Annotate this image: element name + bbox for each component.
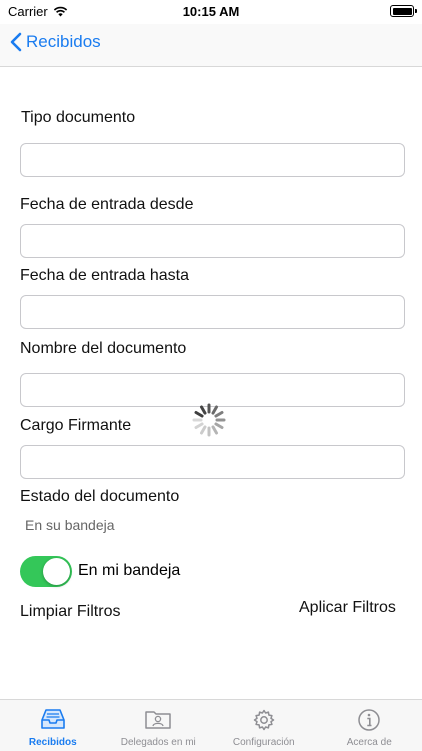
status-time: 10:15 AM	[0, 4, 422, 19]
battery-icon	[390, 5, 414, 17]
tab-recibidos[interactable]: Recibidos	[0, 700, 106, 751]
cargo-firmante-label: Cargo Firmante	[20, 417, 131, 435]
tab-bar: Recibidos Delegados en mi Configuración …	[0, 699, 422, 751]
estado-documento-label: Estado del documento	[20, 488, 179, 506]
loading-spinner-icon	[191, 402, 227, 438]
en-mi-bandeja-label: En mi bandeja	[78, 562, 180, 580]
en-mi-bandeja-toggle[interactable]	[20, 556, 72, 587]
limpiar-filtros-button[interactable]: Limpiar Filtros	[20, 603, 120, 621]
estado-documento-value[interactable]: En su bandeja	[25, 517, 115, 533]
chevron-left-icon	[10, 32, 22, 52]
tab-acerca-de[interactable]: Acerca de	[317, 700, 422, 751]
back-button-label: Recibidos	[26, 32, 101, 52]
gear-icon	[252, 708, 276, 732]
info-icon	[357, 708, 381, 732]
fecha-desde-input[interactable]	[20, 224, 405, 258]
tab-delegados-en-mi[interactable]: Delegados en mi	[106, 700, 212, 751]
fecha-hasta-label: Fecha de entrada hasta	[20, 267, 189, 285]
contacts-folder-icon	[144, 708, 172, 730]
tab-configuracion[interactable]: Configuración	[211, 700, 317, 751]
tab-acerca-de-label: Acerca de	[317, 737, 422, 748]
aplicar-filtros-button[interactable]: Aplicar Filtros	[299, 599, 396, 617]
tab-delegados-label: Delegados en mi	[106, 737, 212, 748]
tipo-documento-label: Tipo documento	[21, 109, 135, 127]
status-bar: Carrier 10:15 AM	[0, 0, 422, 24]
back-button[interactable]: Recibidos	[10, 32, 101, 52]
inbox-icon	[38, 708, 68, 730]
tab-configuracion-label: Configuración	[211, 737, 317, 748]
navigation-bar: Recibidos	[0, 24, 422, 67]
tipo-documento-input[interactable]	[20, 143, 405, 177]
fecha-desde-label: Fecha de entrada desde	[20, 196, 193, 214]
tab-recibidos-label: Recibidos	[0, 737, 106, 748]
cargo-firmante-input[interactable]	[20, 445, 405, 479]
fecha-hasta-input[interactable]	[20, 295, 405, 329]
nombre-documento-label: Nombre del documento	[20, 340, 186, 358]
toggle-knob	[43, 558, 70, 585]
